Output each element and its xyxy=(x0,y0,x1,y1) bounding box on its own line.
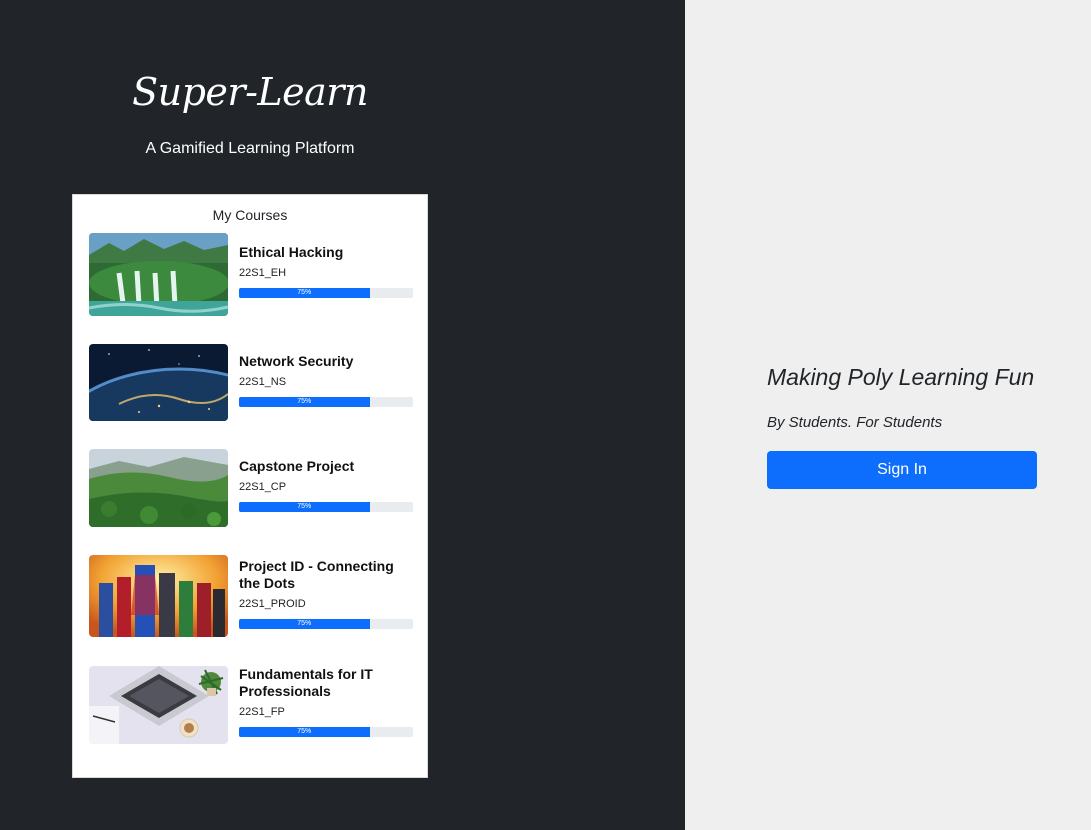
course-image-laptop xyxy=(89,666,228,744)
course-image-superheroes xyxy=(89,555,228,637)
sign-in-button[interactable]: Sign In xyxy=(767,451,1037,489)
course-image-earth xyxy=(89,344,228,421)
course-image-waterfall xyxy=(89,233,228,316)
course-image-hills xyxy=(89,449,228,527)
course-code: 22S1_CP xyxy=(239,481,287,493)
course-code: 22S1_EH xyxy=(239,267,287,279)
brand-subtitle: A Gamified Learning Platform xyxy=(145,140,355,157)
right-panel: Making Poly Learning Fun By Students. Fo… xyxy=(685,0,1091,830)
course-name[interactable]: Ethical Hacking xyxy=(239,244,413,261)
brand-title: Super-Learn xyxy=(132,70,368,114)
course-progress: 75% xyxy=(239,397,413,407)
course-progress: 75% xyxy=(239,619,413,629)
progress-bar: 75% xyxy=(239,502,370,512)
course-progress: 75% xyxy=(239,288,413,298)
hero-byline: By Students. For Students xyxy=(767,414,943,431)
progress-bar: 75% xyxy=(239,727,370,737)
course-code: 22S1_PROID xyxy=(239,598,306,610)
course-name[interactable]: Fundamentals for IT Professionals xyxy=(239,666,413,700)
course-code: 22S1_FP xyxy=(239,706,285,718)
my-courses-title: My Courses xyxy=(212,207,288,223)
progress-bar: 75% xyxy=(239,619,370,629)
course-name[interactable]: Capstone Project xyxy=(239,458,413,475)
progress-bar: 75% xyxy=(239,397,370,407)
course-name[interactable]: Project ID - Connecting the Dots xyxy=(239,558,413,592)
hero-tagline: Making Poly Learning Fun xyxy=(767,364,1035,390)
progress-bar: 75% xyxy=(239,288,370,298)
my-courses-card: My Courses Ethical Hacking 22S1_EH 75% N… xyxy=(72,194,428,778)
course-progress: 75% xyxy=(239,727,413,737)
course-name[interactable]: Network Security xyxy=(239,353,413,370)
course-code: 22S1_NS xyxy=(239,376,287,388)
left-panel: Super-Learn A Gamified Learning Platform… xyxy=(0,0,685,830)
course-progress: 75% xyxy=(239,502,413,512)
